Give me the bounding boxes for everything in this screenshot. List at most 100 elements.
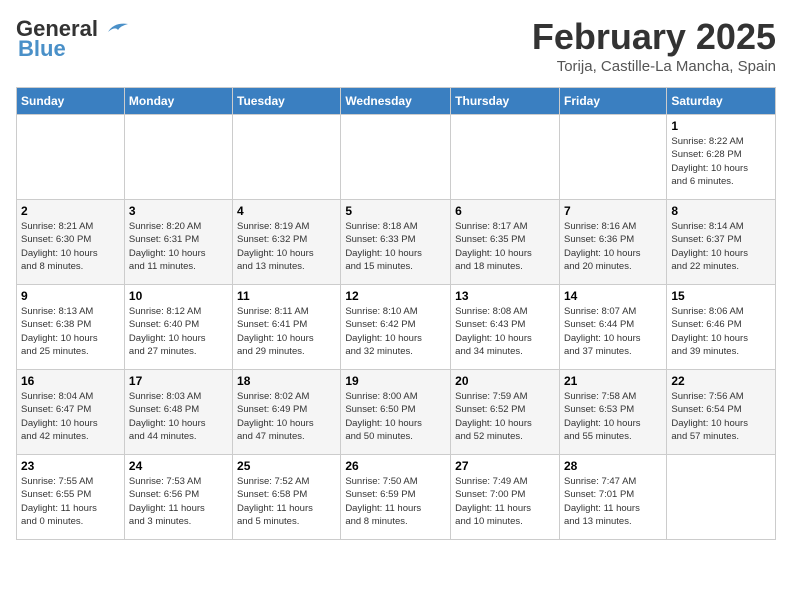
day-number: 10 [129,289,228,303]
logo: General Blue [16,16,130,62]
day-sun-info: Sunrise: 8:07 AM Sunset: 6:44 PM Dayligh… [564,305,662,358]
calendar-cell [17,115,125,200]
day-number: 20 [455,374,555,388]
calendar-cell: 1 Sunrise: 8:22 AM Sunset: 6:28 PM Daylig… [667,115,776,200]
day-sun-info: Sunrise: 8:10 AM Sunset: 6:42 PM Dayligh… [345,305,446,358]
day-number: 2 [21,204,120,218]
calendar-cell [559,115,666,200]
calendar-cell: 15 Sunrise: 8:06 AM Sunset: 6:46 PM Dayli… [667,285,776,370]
calendar-cell: 9 Sunrise: 8:13 AM Sunset: 6:38 PM Daylig… [17,285,125,370]
day-of-week-header: Thursday [451,88,560,115]
day-sun-info: Sunrise: 8:12 AM Sunset: 6:40 PM Dayligh… [129,305,228,358]
calendar-cell: 6 Sunrise: 8:17 AM Sunset: 6:35 PM Daylig… [451,200,560,285]
day-sun-info: Sunrise: 8:11 AM Sunset: 6:41 PM Dayligh… [237,305,336,358]
day-of-week-header: Monday [124,88,232,115]
day-number: 18 [237,374,336,388]
calendar-table: SundayMondayTuesdayWednesdayThursdayFrid… [16,87,776,540]
day-number: 4 [237,204,336,218]
calendar-cell: 25 Sunrise: 7:52 AM Sunset: 6:58 PM Dayli… [233,455,341,540]
day-of-week-header: Wednesday [341,88,451,115]
day-number: 3 [129,204,228,218]
day-number: 14 [564,289,662,303]
day-number: 5 [345,204,446,218]
calendar-cell: 11 Sunrise: 8:11 AM Sunset: 6:41 PM Dayli… [233,285,341,370]
calendar-cell [233,115,341,200]
day-sun-info: Sunrise: 8:21 AM Sunset: 6:30 PM Dayligh… [21,220,120,273]
calendar-cell: 19 Sunrise: 8:00 AM Sunset: 6:50 PM Dayli… [341,370,451,455]
calendar-cell: 7 Sunrise: 8:16 AM Sunset: 6:36 PM Daylig… [559,200,666,285]
day-sun-info: Sunrise: 8:03 AM Sunset: 6:48 PM Dayligh… [129,390,228,443]
day-number: 21 [564,374,662,388]
day-number: 22 [671,374,771,388]
day-number: 27 [455,459,555,473]
calendar-cell: 3 Sunrise: 8:20 AM Sunset: 6:31 PM Daylig… [124,200,232,285]
day-number: 17 [129,374,228,388]
day-sun-info: Sunrise: 8:22 AM Sunset: 6:28 PM Dayligh… [671,135,771,188]
day-sun-info: Sunrise: 8:04 AM Sunset: 6:47 PM Dayligh… [21,390,120,443]
day-number: 8 [671,204,771,218]
day-number: 11 [237,289,336,303]
day-number: 9 [21,289,120,303]
day-number: 28 [564,459,662,473]
day-number: 6 [455,204,555,218]
day-sun-info: Sunrise: 8:06 AM Sunset: 6:46 PM Dayligh… [671,305,771,358]
calendar-cell: 8 Sunrise: 8:14 AM Sunset: 6:37 PM Daylig… [667,200,776,285]
calendar-cell: 24Sunrise: 7:53 AM Sunset: 6:56 PM Dayli… [124,455,232,540]
day-sun-info: Sunrise: 8:08 AM Sunset: 6:43 PM Dayligh… [455,305,555,358]
day-sun-info: Sunrise: 7:56 AM Sunset: 6:54 PM Dayligh… [671,390,771,443]
day-number: 19 [345,374,446,388]
day-sun-info: Sunrise: 7:50 AM Sunset: 6:59 PM Dayligh… [345,475,446,528]
logo-bird-icon [100,18,130,40]
calendar-cell: 27Sunrise: 7:49 AM Sunset: 7:00 PM Dayli… [451,455,560,540]
day-number: 23 [21,459,120,473]
calendar-cell: 21 Sunrise: 7:58 AM Sunset: 6:53 PM Dayli… [559,370,666,455]
day-sun-info: Sunrise: 8:17 AM Sunset: 6:35 PM Dayligh… [455,220,555,273]
day-number: 12 [345,289,446,303]
day-sun-info: Sunrise: 7:55 AM Sunset: 6:55 PM Dayligh… [21,475,120,528]
calendar-cell: 5 Sunrise: 8:18 AM Sunset: 6:33 PM Daylig… [341,200,451,285]
calendar-cell: 20 Sunrise: 7:59 AM Sunset: 6:52 PM Dayli… [451,370,560,455]
day-number: 13 [455,289,555,303]
day-sun-info: Sunrise: 8:13 AM Sunset: 6:38 PM Dayligh… [21,305,120,358]
day-sun-info: Sunrise: 7:47 AM Sunset: 7:01 PM Dayligh… [564,475,662,528]
day-sun-info: Sunrise: 8:18 AM Sunset: 6:33 PM Dayligh… [345,220,446,273]
calendar-cell: 18Sunrise: 8:02 AM Sunset: 6:49 PM Dayli… [233,370,341,455]
calendar-cell [341,115,451,200]
calendar-cell: 16 Sunrise: 8:04 AM Sunset: 6:47 PM Dayli… [17,370,125,455]
calendar-cell: 22 Sunrise: 7:56 AM Sunset: 6:54 PM Dayli… [667,370,776,455]
day-number: 16 [21,374,120,388]
day-sun-info: Sunrise: 7:59 AM Sunset: 6:52 PM Dayligh… [455,390,555,443]
title-area: February 2025 Torija, Castille-La Mancha… [532,16,776,75]
day-number: 7 [564,204,662,218]
calendar-cell [124,115,232,200]
month-year-title: February 2025 [532,16,776,58]
calendar-cell: 26 Sunrise: 7:50 AM Sunset: 6:59 PM Dayli… [341,455,451,540]
calendar-cell [451,115,560,200]
calendar-cell: 10 Sunrise: 8:12 AM Sunset: 6:40 PM Dayli… [124,285,232,370]
day-number: 25 [237,459,336,473]
day-sun-info: Sunrise: 7:52 AM Sunset: 6:58 PM Dayligh… [237,475,336,528]
day-sun-info: Sunrise: 8:20 AM Sunset: 6:31 PM Dayligh… [129,220,228,273]
calendar-cell: 4 Sunrise: 8:19 AM Sunset: 6:32 PM Daylig… [233,200,341,285]
day-sun-info: Sunrise: 7:58 AM Sunset: 6:53 PM Dayligh… [564,390,662,443]
calendar-cell: 13 Sunrise: 8:08 AM Sunset: 6:43 PM Dayli… [451,285,560,370]
day-sun-info: Sunrise: 8:19 AM Sunset: 6:32 PM Dayligh… [237,220,336,273]
calendar-cell: 2 Sunrise: 8:21 AM Sunset: 6:30 PM Daylig… [17,200,125,285]
day-sun-info: Sunrise: 8:00 AM Sunset: 6:50 PM Dayligh… [345,390,446,443]
calendar-cell [667,455,776,540]
location-subtitle: Torija, Castille-La Mancha, Spain [532,58,776,75]
day-of-week-header: Sunday [17,88,125,115]
day-of-week-header: Friday [559,88,666,115]
day-of-week-header: Tuesday [233,88,341,115]
calendar-cell: 12 Sunrise: 8:10 AM Sunset: 6:42 PM Dayli… [341,285,451,370]
calendar-cell: 23 Sunrise: 7:55 AM Sunset: 6:55 PM Dayli… [17,455,125,540]
day-number: 1 [671,119,771,133]
calendar-cell: 28 Sunrise: 7:47 AM Sunset: 7:01 PM Dayli… [559,455,666,540]
day-number: 15 [671,289,771,303]
header: General Blue February 2025 Torija, Casti… [16,16,776,75]
day-number: 26 [345,459,446,473]
calendar-cell: 17 Sunrise: 8:03 AM Sunset: 6:48 PM Dayli… [124,370,232,455]
day-sun-info: Sunrise: 8:16 AM Sunset: 6:36 PM Dayligh… [564,220,662,273]
day-sun-info: Sunrise: 8:14 AM Sunset: 6:37 PM Dayligh… [671,220,771,273]
logo-text-blue: Blue [18,36,66,62]
